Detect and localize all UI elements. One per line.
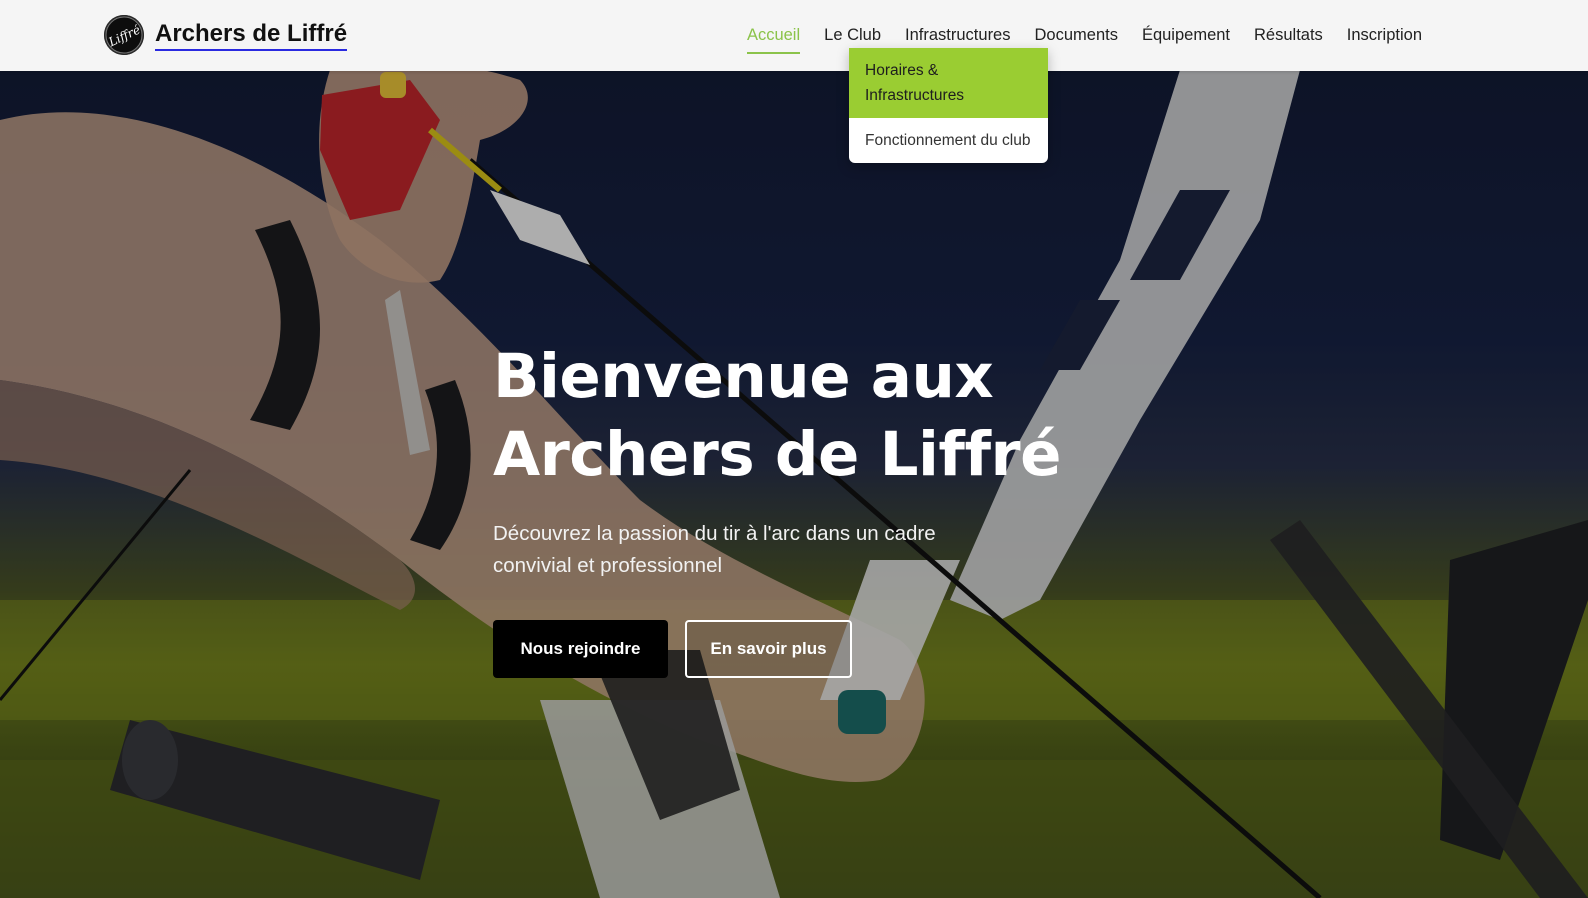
club-logo-icon: Liffré xyxy=(104,15,144,55)
nav-item-le-club[interactable]: Le Club xyxy=(824,20,881,51)
nav-item-resultats[interactable]: Résultats xyxy=(1254,20,1323,51)
le-club-dropdown: Horaires & Infrastructures Fonctionnemen… xyxy=(849,48,1048,163)
nav-item-accueil[interactable]: Accueil xyxy=(746,20,801,54)
hero-content: Bienvenue aux Archers de Liffré Découvre… xyxy=(493,338,1113,678)
main-nav: Accueil Le Club Infrastructures Document… xyxy=(723,0,1422,71)
brand-name: Archers de Liffré xyxy=(155,20,348,51)
learn-more-button[interactable]: En savoir plus xyxy=(685,620,852,678)
hero-title-line2: Archers de Liffré xyxy=(493,419,1061,490)
svg-text:Liffré: Liffré xyxy=(106,23,143,50)
nav-item-documents[interactable]: Documents xyxy=(1035,20,1118,51)
hero-buttons: Nous rejoindre En savoir plus xyxy=(493,620,1113,678)
nav-item-infrastructures[interactable]: Infrastructures xyxy=(905,20,1010,51)
join-button[interactable]: Nous rejoindre xyxy=(493,620,668,678)
dropdown-item-horaires[interactable]: Horaires & Infrastructures xyxy=(849,48,1048,118)
dropdown-item-fonctionnement[interactable]: Fonctionnement du club xyxy=(849,118,1048,163)
hero-title: Bienvenue aux Archers de Liffré xyxy=(493,338,1113,494)
nav-item-inscription[interactable]: Inscription xyxy=(1347,20,1422,51)
hero-title-line1: Bienvenue aux xyxy=(493,341,994,412)
brand-link[interactable]: Liffré Archers de Liffré xyxy=(104,14,348,56)
nav-item-equipement[interactable]: Équipement xyxy=(1142,20,1230,51)
hero-subtitle: Découvrez la passion du tir à l'arc dans… xyxy=(493,522,936,577)
site-header: Liffré Archers de Liffré Accueil Le Club… xyxy=(0,0,1588,71)
